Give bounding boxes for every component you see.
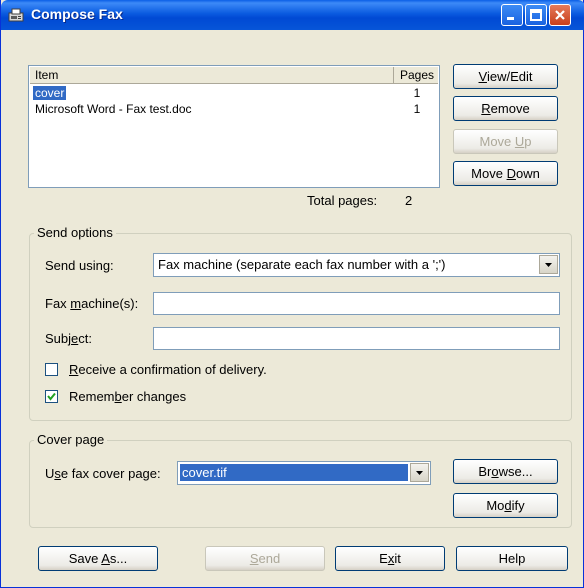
confirmation-checkbox[interactable] [45,363,58,376]
total-pages-label: Total pages: [307,193,378,208]
chevron-down-icon [545,263,552,267]
remember-changes-label[interactable]: Remember changes [69,389,186,404]
fax-machine-icon [8,8,24,22]
exit-button[interactable]: Exit [335,546,445,571]
compose-fax-window: Compose Fax Item Pages cover 1 Microsoft… [0,0,584,588]
view-edit-button[interactable]: View/Edit [453,64,558,89]
minimize-button[interactable] [501,4,523,26]
close-icon [555,10,565,20]
browse-button[interactable]: Browse... [453,459,558,484]
send-button[interactable]: Send [205,546,325,571]
list-item-pages: 1 [413,86,421,100]
subject-input[interactable] [153,327,560,350]
close-button[interactable] [549,4,571,26]
maximize-icon [530,9,542,21]
document-list[interactable]: Item Pages cover 1 Microsoft Word - Fax … [28,65,440,188]
list-item[interactable]: cover 1 [30,86,438,101]
maximize-button[interactable] [525,4,547,26]
send-using-value: Fax machine (separate each fax number wi… [158,257,446,272]
column-header-item[interactable]: Item [30,67,394,84]
send-using-label: Send using: [45,258,114,273]
confirmation-label[interactable]: Receive a confirmation of delivery. [69,362,267,377]
send-using-dropdown[interactable]: Fax machine (separate each fax number wi… [153,253,560,277]
modify-button[interactable]: Modify [453,493,558,518]
send-using-dropdown-arrow[interactable] [539,255,558,274]
cover-page-dropdown[interactable]: cover.tif [177,461,431,485]
list-header: Item Pages [30,67,438,84]
cover-page-value: cover.tif [180,464,408,481]
move-up-button[interactable]: Move Up [453,129,558,154]
minimize-icon [507,17,514,20]
list-item-pages: 1 [413,102,421,116]
move-down-button[interactable]: Move Down [453,161,558,186]
column-header-pages[interactable]: Pages [394,67,440,84]
subject-label: Subject: [45,331,92,346]
help-button[interactable]: Help [456,546,568,571]
cover-page-title: Cover page [34,432,108,447]
fax-machines-input[interactable] [153,292,560,315]
list-item[interactable]: Microsoft Word - Fax test.doc 1 [30,102,438,117]
save-as-button[interactable]: Save As... [38,546,158,571]
list-item-name: cover [33,86,67,100]
total-pages-value: 2 [405,193,413,208]
window-title: Compose Fax [31,6,123,22]
remember-changes-checkbox[interactable] [45,390,58,403]
remove-button[interactable]: Remove [453,96,558,121]
chevron-down-icon [416,471,423,475]
fax-machines-label: Fax machine(s): [45,296,139,311]
send-options-title: Send options [34,225,116,240]
list-item-name: Microsoft Word - Fax test.doc [35,102,192,116]
checkmark-icon [47,392,56,401]
cover-page-label: Use fax cover page: [45,466,161,481]
cover-page-dropdown-arrow[interactable] [410,463,429,482]
title-bar[interactable]: Compose Fax [1,0,584,30]
